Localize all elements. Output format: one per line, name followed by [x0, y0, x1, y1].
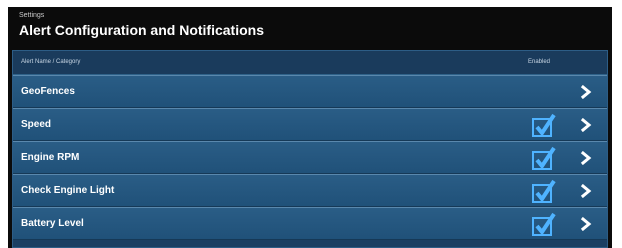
alert-row-check-engine-light[interactable]: Check Engine Light	[13, 174, 607, 207]
alert-row-battery-level[interactable]: Battery Level	[13, 207, 607, 240]
chevron-right-icon[interactable]	[579, 184, 593, 198]
alert-row-geofences[interactable]: GeoFences	[13, 75, 607, 108]
column-header-enabled: Enabled	[528, 59, 551, 65]
alert-settings-window: Settings Alert Configuration and Notific…	[8, 7, 612, 248]
alert-row-engine-rpm[interactable]: Engine RPM	[13, 141, 607, 174]
chevron-right-icon[interactable]	[579, 217, 593, 231]
checkmark-icon[interactable]	[532, 113, 556, 137]
checkmark-icon[interactable]	[532, 146, 556, 170]
alert-row-label: Speed	[21, 119, 52, 130]
alerts-table: Alert Name / Category Enabled GeoFences …	[12, 50, 608, 248]
chevron-right-icon[interactable]	[579, 151, 593, 165]
chevron-right-icon[interactable]	[579, 118, 593, 132]
chevron-right-icon[interactable]	[579, 85, 593, 99]
checkmark-icon[interactable]	[532, 179, 556, 203]
checkmark-icon[interactable]	[532, 212, 556, 236]
alert-row-label: Battery Level	[21, 218, 84, 229]
page-title: Alert Configuration and Notifications	[19, 22, 264, 38]
alert-row-label: GeoFences	[21, 86, 75, 97]
alert-row-label: Engine RPM	[21, 152, 80, 163]
column-header-alert-name: Alert Name / Category	[21, 59, 81, 65]
alert-row-label: Check Engine Light	[21, 185, 115, 196]
breadcrumb[interactable]: Settings	[19, 11, 44, 20]
table-header: Alert Name / Category Enabled	[13, 51, 607, 75]
alert-row-speed[interactable]: Speed	[13, 108, 607, 141]
